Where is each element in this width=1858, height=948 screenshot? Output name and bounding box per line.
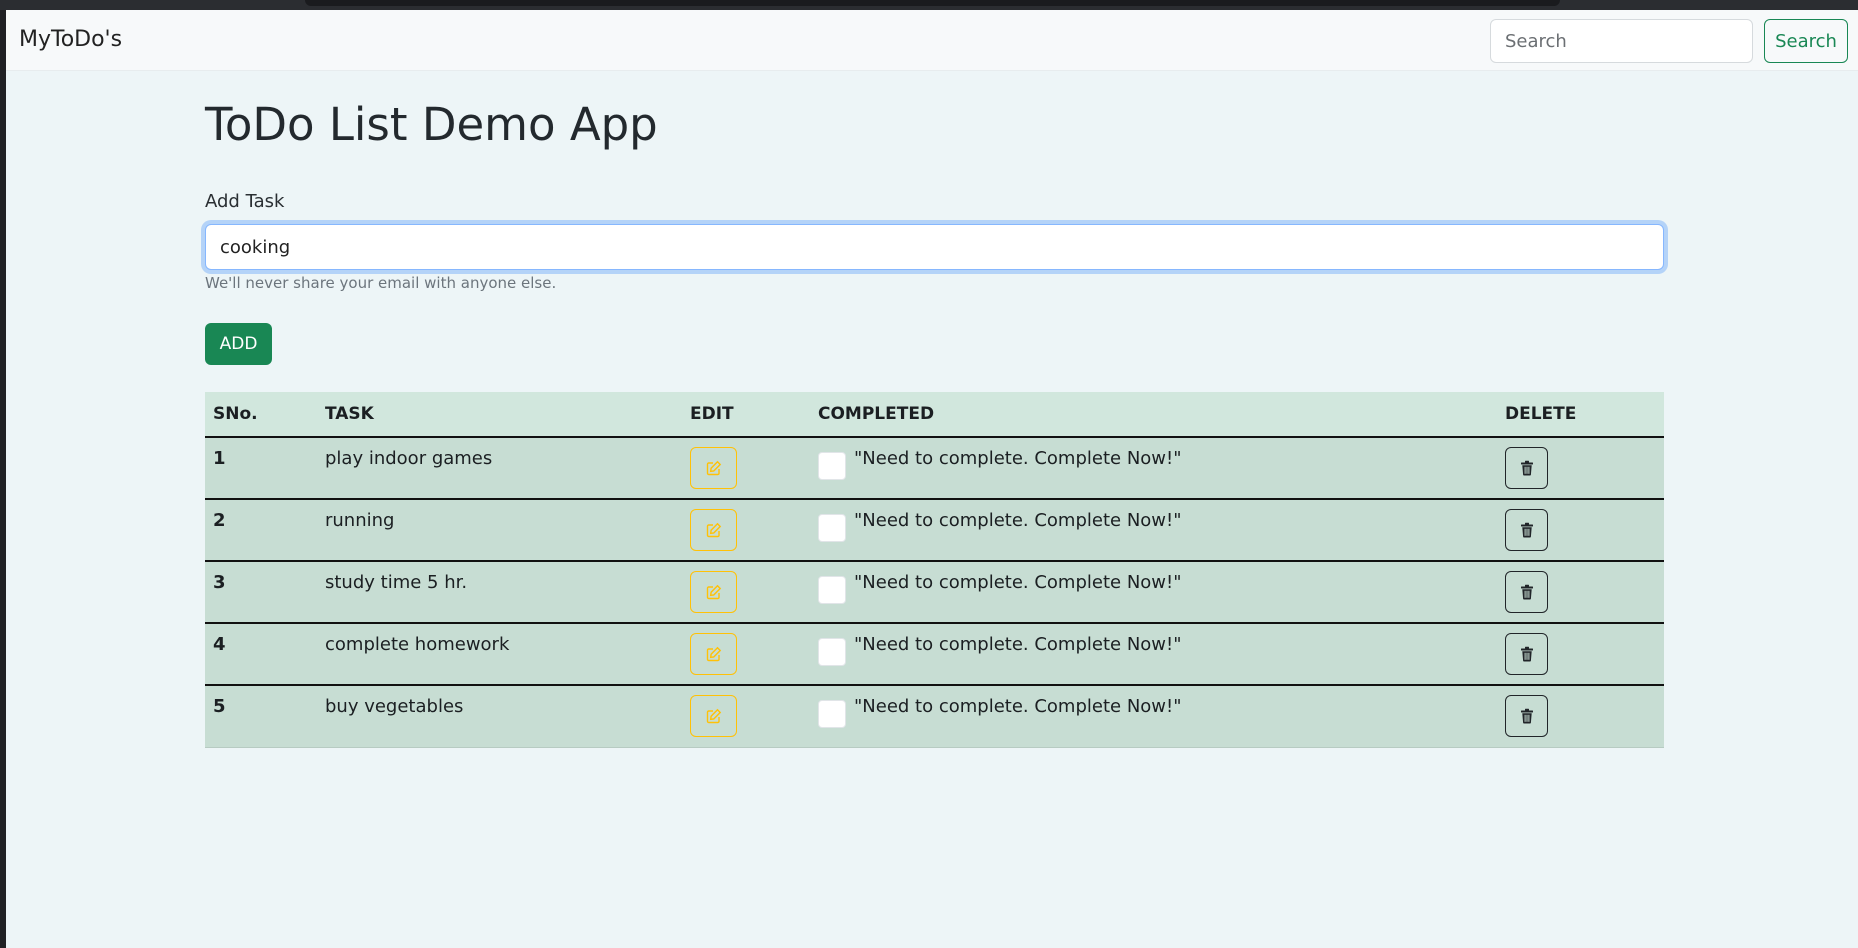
row-delete-cell bbox=[1497, 684, 1664, 748]
column-header-task: TASK bbox=[317, 392, 682, 438]
row-delete-cell bbox=[1497, 560, 1664, 623]
navbar: MyToDo's Search bbox=[6, 10, 1858, 71]
row-task: complete homework bbox=[317, 622, 682, 685]
trash-icon bbox=[1520, 460, 1534, 476]
trash-icon bbox=[1520, 708, 1534, 724]
completion-status: "Need to complete. Complete Now!" bbox=[854, 448, 1182, 469]
edit-button[interactable] bbox=[690, 695, 737, 737]
search-input[interactable] bbox=[1490, 19, 1753, 63]
table-row: 4 complete homework "Need to complete. C… bbox=[205, 622, 1664, 685]
edit-button[interactable] bbox=[690, 571, 737, 613]
row-task: play indoor games bbox=[325, 448, 493, 469]
add-task-label: Add Task bbox=[205, 191, 285, 212]
column-header-completed: COMPLETED bbox=[810, 392, 1497, 438]
completed-checkbox[interactable] bbox=[818, 452, 846, 480]
edit-button[interactable] bbox=[690, 509, 737, 551]
row-delete-cell bbox=[1497, 437, 1664, 499]
column-header-edit: EDIT bbox=[682, 392, 810, 438]
delete-button[interactable] bbox=[1505, 447, 1548, 489]
completed-checkbox[interactable] bbox=[818, 514, 846, 542]
row-edit-cell bbox=[682, 560, 810, 623]
row-completed-cell: "Need to complete. Complete Now!" bbox=[810, 498, 1497, 561]
column-header-sno: SNo. bbox=[205, 392, 317, 438]
completion-status: "Need to complete. Complete Now!" bbox=[854, 510, 1182, 531]
completion-status: "Need to complete. Complete Now!" bbox=[854, 572, 1182, 593]
delete-button[interactable] bbox=[1505, 633, 1548, 675]
pencil-square-icon bbox=[706, 708, 722, 724]
table-row: 1 play indoor games "Need to complete. C… bbox=[205, 437, 1664, 499]
trash-icon bbox=[1520, 522, 1534, 538]
add-button[interactable]: ADD bbox=[205, 323, 272, 365]
row-delete-cell bbox=[1497, 498, 1664, 561]
table-header-row: SNo. TASK EDIT COMPLETED DELETE bbox=[205, 392, 1664, 438]
delete-button[interactable] bbox=[1505, 571, 1548, 613]
pencil-square-icon bbox=[706, 460, 722, 476]
table-row: 3 study time 5 hr. "Need to complete. Co… bbox=[205, 560, 1664, 623]
page-title: ToDo List Demo App bbox=[205, 98, 658, 151]
row-sno: 1 bbox=[213, 448, 226, 469]
search-button[interactable]: Search bbox=[1764, 19, 1848, 63]
completed-checkbox[interactable] bbox=[818, 700, 846, 728]
row-task: running bbox=[317, 498, 682, 561]
pencil-square-icon bbox=[706, 646, 722, 662]
row-delete-cell bbox=[1497, 622, 1664, 685]
completed-checkbox[interactable] bbox=[818, 576, 846, 604]
row-edit-cell bbox=[682, 622, 810, 685]
pencil-square-icon bbox=[706, 584, 722, 600]
row-completed-cell: "Need to complete. Complete Now!" bbox=[810, 622, 1497, 685]
todo-table: SNo. TASK EDIT COMPLETED DELETE 1 play i… bbox=[205, 392, 1664, 748]
edit-button[interactable] bbox=[690, 447, 737, 489]
delete-button[interactable] bbox=[1505, 695, 1548, 737]
trash-icon bbox=[1520, 584, 1534, 600]
row-edit-cell bbox=[682, 437, 810, 499]
row-sno: 5 bbox=[205, 684, 317, 748]
column-header-delete: DELETE bbox=[1497, 392, 1664, 438]
row-completed-cell: "Need to complete. Complete Now!" bbox=[810, 560, 1497, 623]
row-sno: 4 bbox=[205, 622, 317, 685]
navbar-brand[interactable]: MyToDo's bbox=[19, 27, 122, 52]
row-task: buy vegetables bbox=[317, 684, 682, 748]
row-completed-cell: "Need to complete. Complete Now!" bbox=[810, 437, 1497, 499]
browser-top-strip bbox=[0, 0, 1858, 10]
table-row: 5 buy vegetables "Need to complete. Comp… bbox=[205, 684, 1664, 748]
browser-tab-bar bbox=[305, 0, 1560, 6]
completed-checkbox[interactable] bbox=[818, 638, 846, 666]
row-completed-cell: "Need to complete. Complete Now!" bbox=[810, 684, 1497, 748]
add-task-input[interactable] bbox=[205, 224, 1664, 270]
row-sno: 3 bbox=[205, 560, 317, 623]
row-edit-cell bbox=[682, 498, 810, 561]
help-text: We'll never share your email with anyone… bbox=[205, 274, 557, 292]
completion-status: "Need to complete. Complete Now!" bbox=[854, 696, 1182, 717]
page: MyToDo's Search ToDo List Demo App Add T… bbox=[6, 10, 1858, 948]
table-row: 2 running "Need to complete. Complete No… bbox=[205, 498, 1664, 561]
row-task: study time 5 hr. bbox=[317, 560, 682, 623]
trash-icon bbox=[1520, 646, 1534, 662]
row-sno: 2 bbox=[205, 498, 317, 561]
edit-button[interactable] bbox=[690, 633, 737, 675]
pencil-square-icon bbox=[706, 522, 722, 538]
completion-status: "Need to complete. Complete Now!" bbox=[854, 634, 1182, 655]
delete-button[interactable] bbox=[1505, 509, 1548, 551]
row-edit-cell bbox=[682, 684, 810, 748]
